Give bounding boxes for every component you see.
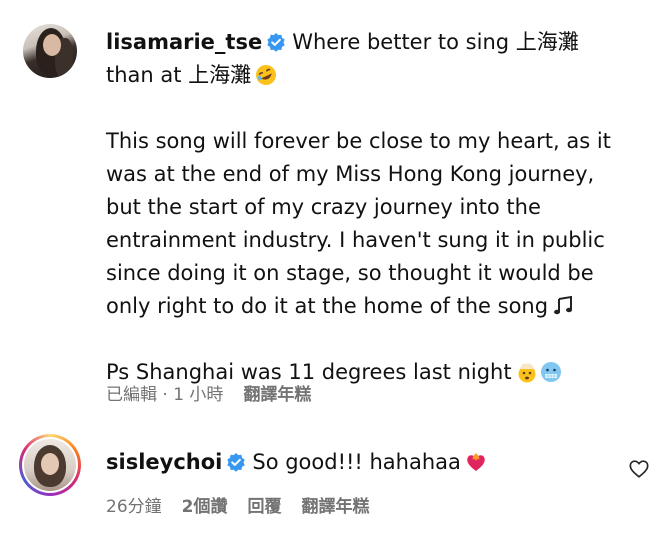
avatar-face: [41, 453, 59, 475]
heart-on-fire-emoji-icon: [467, 453, 485, 471]
username-lisamarie[interactable]: lisamarie_tse: [106, 30, 262, 54]
comment-2-meta: 26分鐘 2個讚 回覆 翻譯年糕: [106, 492, 389, 517]
comment-2-likes-count[interactable]: 2個讚: [182, 497, 228, 517]
comment-1-body-4: since doing it on stage, so thought it w…: [106, 261, 594, 285]
comment-1-body-0: This song will forever be close to my he…: [106, 129, 611, 153]
comment-1-line2: than at 上海灘: [106, 59, 611, 92]
comment-1-meta: 已編輯 · 1 小時 翻譯年糕: [106, 380, 331, 405]
comment-1-body-1: was at the end of my Miss Hong Kong jour…: [106, 162, 595, 186]
exploding-head-emoji-icon: [518, 363, 536, 383]
avatar-lisamarie[interactable]: [23, 24, 77, 78]
comment-2-time: 26分鐘: [106, 497, 162, 517]
comment-2-body: So good!!! hahahaa: [252, 450, 461, 474]
comment-2-reply-button[interactable]: 回覆: [247, 497, 281, 517]
rofl-emoji-icon: [256, 65, 277, 85]
comment-1-body-3: entrainment industry. I haven't sung it …: [106, 228, 605, 252]
verified-badge-icon: [267, 33, 285, 52]
like-heart-icon[interactable]: [628, 458, 650, 480]
avatar-sisley[interactable]: [24, 439, 76, 491]
verified-badge-icon: [227, 453, 246, 472]
music-notes-emoji-icon: [554, 295, 573, 315]
avatar-face: [43, 34, 61, 56]
comment-1-line1: lisamarie_tse Where better to sing 上海灘: [106, 26, 611, 59]
username-sisley[interactable]: sisleychoi: [106, 450, 222, 474]
comment-1-body-5: only right to do it at the home of the s…: [106, 294, 549, 318]
cold-face-emoji-icon: [540, 362, 561, 382]
comment-1-translate-button[interactable]: 翻譯年糕: [243, 385, 311, 405]
comment-1-line2-text: than at 上海灘: [106, 63, 252, 87]
comment-1-body-2: but the start of my crazy journey into t…: [106, 195, 541, 219]
comment-2-translate-button[interactable]: 翻譯年糕: [301, 497, 369, 517]
comment-1-body-5-line: only right to do it at the home of the s…: [106, 290, 611, 323]
comment-1-text: lisamarie_tse Where better to sing 上海灘 th…: [106, 26, 611, 389]
comment-2-text: sisleychoi So good!!! hahahaa: [106, 446, 487, 479]
comment-1-edited-time: 已編輯 · 1 小時: [106, 385, 224, 405]
comment-1-opening: Where better to sing 上海灘: [292, 30, 579, 54]
